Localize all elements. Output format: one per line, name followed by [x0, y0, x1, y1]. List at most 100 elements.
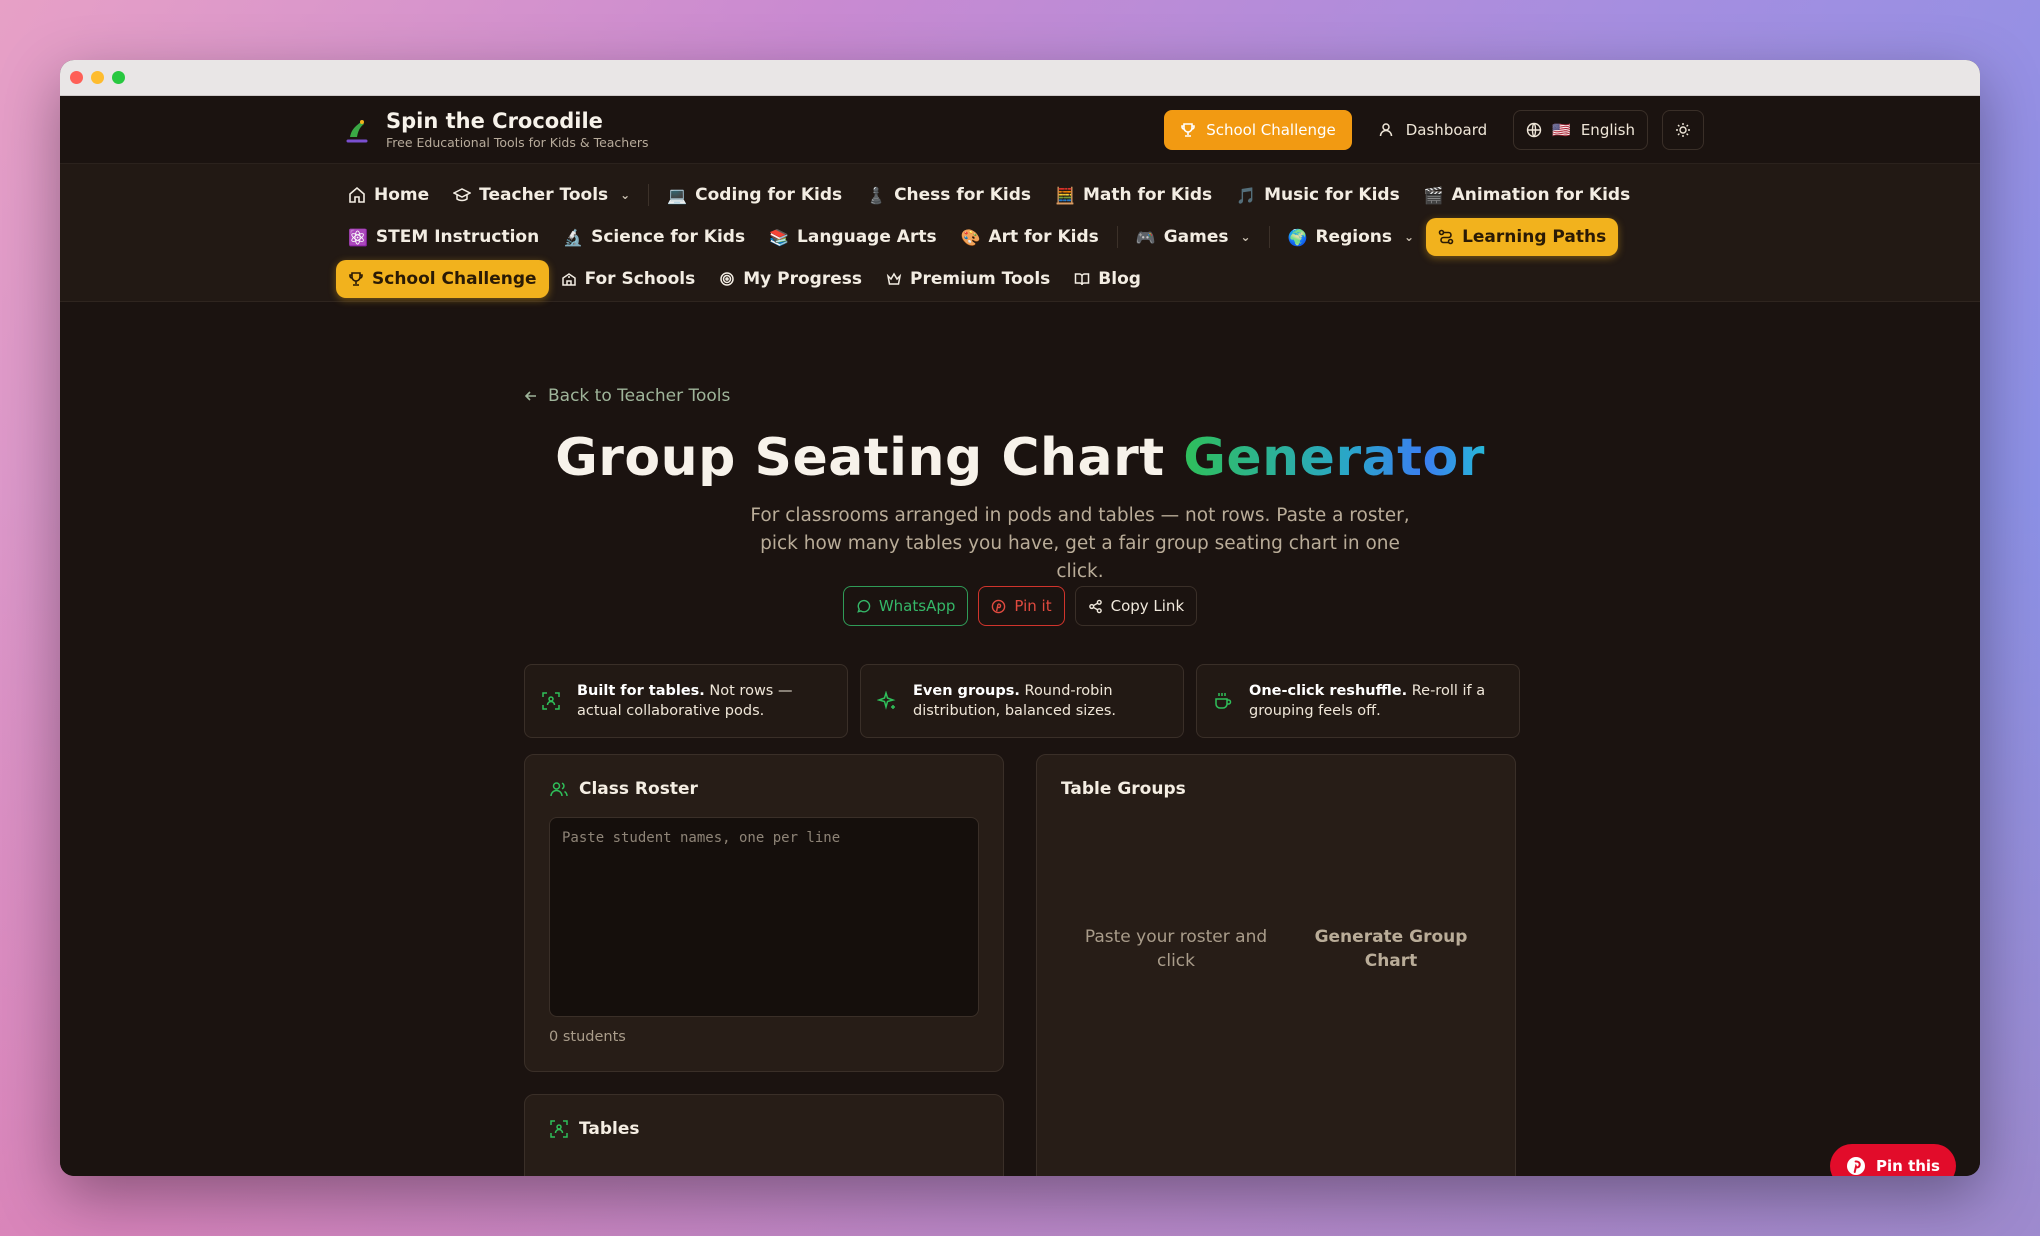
nav-chess[interactable]: ♟️ Chess for Kids [854, 176, 1043, 214]
school-challenge-label: School Challenge [1206, 120, 1336, 139]
nav-stem[interactable]: ⚛️ STEM Instruction [336, 218, 551, 256]
feature-card: Built for tables. Not rows — actual coll… [524, 664, 848, 738]
nav-language-arts[interactable]: 📚 Language Arts [757, 218, 948, 256]
empty-state-text: Paste your roster and click [1084, 927, 1268, 971]
whatsapp-share-button[interactable]: WhatsApp [842, 586, 969, 626]
nav-home[interactable]: Home [336, 176, 441, 214]
feature-card: Even groups. Round-robin distribution, b… [860, 664, 1184, 738]
brand-title: Spin the Crocodile [386, 109, 603, 133]
scan-group-icon [541, 691, 561, 711]
target-icon [719, 271, 735, 287]
page-title: Group Seating Chart Generator [60, 428, 1980, 488]
feature-text: One-click reshuffle. Re-roll if a groupi… [1249, 681, 1503, 721]
nav-animation[interactable]: 🎬 Animation for Kids [1412, 176, 1643, 214]
brand[interactable]: Spin the Crocodile Free Educational Tool… [342, 109, 649, 150]
copy-link-button[interactable]: Copy Link [1074, 586, 1198, 626]
nav-art[interactable]: 🎨 Art for Kids [949, 218, 1111, 256]
page-title-accent: Generator [1183, 428, 1485, 488]
pin-this-button[interactable]: Pin this [1830, 1144, 1956, 1176]
nav-music[interactable]: 🎵 Music for Kids [1224, 176, 1412, 214]
crown-icon [886, 271, 902, 287]
gamepad-icon: 🎮 [1135, 227, 1156, 247]
nav-coding-label: Coding for Kids [695, 185, 843, 205]
nav-row-2: ⚛️ STEM Instruction 🔬 Science for Kids 📚 La… [336, 216, 1980, 258]
clapperboard-icon: 🎬 [1423, 185, 1444, 205]
nav-language-arts-label: Language Arts [797, 227, 937, 247]
nav-school-challenge-label: School Challenge [372, 269, 537, 289]
main-nav: Home Teacher Tools ⌄ 💻 Coding for Kids ♟️… [60, 164, 1980, 302]
header-actions: School Challenge Dashboard 🇺🇸 English [1164, 109, 1704, 150]
user-icon [1378, 122, 1394, 138]
pin-this-label: Pin this [1876, 1157, 1940, 1175]
dashboard-link[interactable]: Dashboard [1366, 110, 1499, 150]
brand-subtitle: Free Educational Tools for Kids & Teache… [386, 135, 649, 150]
nav-regions-label: Regions [1315, 227, 1392, 247]
close-window-button[interactable] [70, 71, 83, 84]
language-selector[interactable]: 🇺🇸 English [1513, 109, 1648, 150]
dashboard-label: Dashboard [1405, 120, 1488, 139]
feature-title: Even groups. [913, 683, 1020, 699]
flag-icon: 🇺🇸 [1552, 120, 1571, 139]
nav-my-progress-label: My Progress [743, 269, 862, 289]
nav-math[interactable]: 🧮 Math for Kids [1043, 176, 1224, 214]
nav-teacher-tools-label: Teacher Tools [479, 185, 609, 205]
nav-teacher-tools[interactable]: Teacher Tools ⌄ [441, 176, 642, 214]
tables-title-label: Tables [579, 1119, 640, 1139]
tables-card: Tables [524, 1094, 1004, 1176]
minimize-window-button[interactable] [91, 71, 104, 84]
nav-school-challenge[interactable]: School Challenge [336, 260, 549, 298]
coffee-cup-icon [1213, 691, 1233, 711]
theme-toggle-button[interactable] [1662, 109, 1704, 150]
feature-title: One-click reshuffle. [1249, 683, 1408, 699]
nav-animation-label: Animation for Kids [1451, 185, 1631, 205]
scan-group-icon [549, 1119, 569, 1139]
nav-stem-label: STEM Instruction [375, 227, 540, 247]
share-icon [1088, 599, 1103, 614]
feature-list: Built for tables. Not rows — actual coll… [524, 664, 1520, 738]
nav-coding[interactable]: 💻 Coding for Kids [655, 176, 854, 214]
nav-my-progress[interactable]: My Progress [707, 260, 874, 298]
nav-chess-label: Chess for Kids [894, 185, 1032, 205]
route-icon [1438, 229, 1454, 245]
sparkles-icon [877, 691, 897, 711]
arrow-left-icon [524, 389, 538, 403]
nav-blog-label: Blog [1098, 269, 1141, 289]
pinterest-icon [1846, 1156, 1866, 1176]
pinterest-share-button[interactable]: Pin it [978, 586, 1065, 626]
nav-blog[interactable]: Blog [1062, 260, 1153, 298]
maximize-window-button[interactable] [112, 71, 125, 84]
pinterest-icon [991, 599, 1006, 614]
trophy-icon [1180, 122, 1196, 138]
nav-for-schools-label: For Schools [584, 269, 696, 289]
music-note-icon: 🎵 [1236, 185, 1257, 205]
nav-for-schools[interactable]: For Schools [549, 260, 708, 298]
roster-textarea[interactable]: Paste student names, one per line [549, 817, 979, 1017]
palette-icon: 🎨 [960, 227, 981, 247]
feature-text: Built for tables. Not rows — actual coll… [577, 681, 831, 721]
whatsapp-icon [856, 599, 871, 614]
table-groups-title: Table Groups [1061, 779, 1186, 799]
book-open-icon [1074, 271, 1090, 287]
browser-window: Spin the Crocodile Free Educational Tool… [60, 60, 1980, 1176]
nav-games-label: Games [1163, 227, 1229, 247]
table-groups-card: Table Groups Paste your roster and click… [1036, 754, 1516, 1176]
abacus-icon: 🧮 [1055, 185, 1075, 205]
nav-math-label: Math for Kids [1082, 185, 1213, 205]
share-buttons: WhatsApp Pin it Copy Link [60, 586, 1980, 626]
nav-learning-paths[interactable]: Learning Paths [1426, 218, 1619, 256]
pinterest-share-label: Pin it [1014, 597, 1052, 615]
feature-title: Built for tables. [577, 683, 705, 699]
nav-premium-tools[interactable]: Premium Tools [874, 260, 1062, 298]
tables-title: Tables [549, 1119, 979, 1139]
nav-regions[interactable]: 🌍 Regions ⌄ [1276, 218, 1427, 256]
chess-pawn-icon: ♟️ [866, 185, 887, 205]
sun-icon [1675, 122, 1691, 138]
nav-row-1: Home Teacher Tools ⌄ 💻 Coding for Kids ♟️… [336, 174, 1980, 216]
nav-science[interactable]: 🔬 Science for Kids [551, 218, 757, 256]
trophy-icon [348, 271, 364, 287]
school-challenge-button[interactable]: School Challenge [1164, 109, 1352, 150]
nav-games[interactable]: 🎮 Games ⌄ [1124, 218, 1263, 256]
chevron-down-icon: ⌄ [1404, 230, 1415, 244]
window-titlebar [60, 60, 1980, 96]
back-link[interactable]: Back to Teacher Tools [524, 386, 730, 406]
